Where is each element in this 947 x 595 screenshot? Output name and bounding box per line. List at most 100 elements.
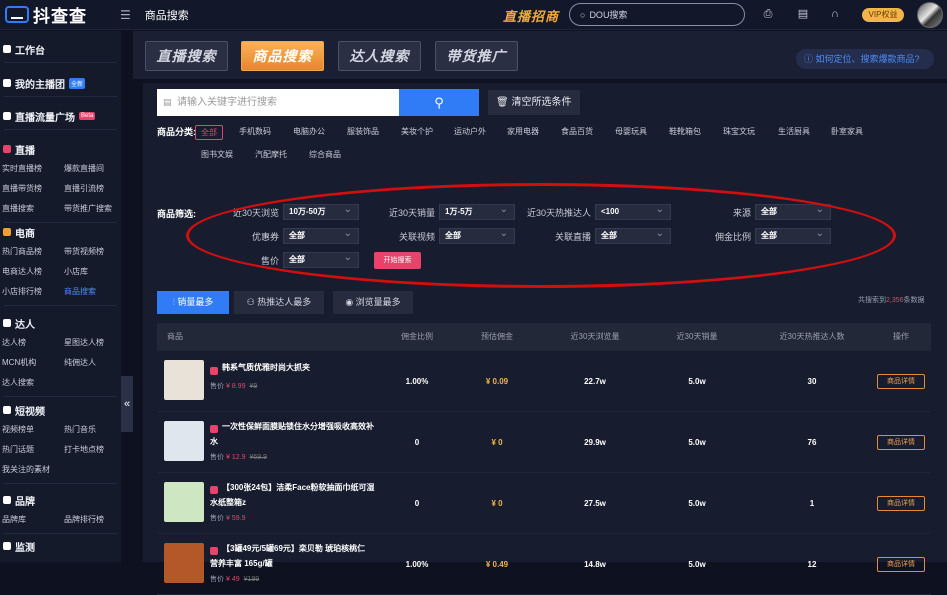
sidebar-item[interactable]: 爆款直播间 xyxy=(64,159,121,179)
collapse-sidebar-icon[interactable]: « xyxy=(121,376,133,432)
category-item[interactable]: 全部 xyxy=(195,125,223,140)
print-icon[interactable]: ⎙ xyxy=(762,8,774,20)
sidebar-item[interactable]: 达人搜索 xyxy=(2,373,64,393)
category-item[interactable]: 服装饰品 xyxy=(347,126,379,137)
sort-influencers-button[interactable]: ⚇ 热推达人最多 xyxy=(234,291,324,314)
category-item[interactable]: 电脑办公 xyxy=(293,126,325,137)
product-thumbnail[interactable] xyxy=(164,482,204,522)
avatar[interactable] xyxy=(917,2,943,28)
sidebar-item[interactable]: 电商达人榜 xyxy=(2,262,64,282)
logo[interactable]: 抖查查 xyxy=(0,2,120,27)
sidebar-section-title[interactable]: 品牌 xyxy=(0,490,121,510)
sidebar-item[interactable]: 品牌排行榜 xyxy=(64,510,121,530)
sidebar-section-title[interactable]: 直播 xyxy=(0,139,121,159)
clear-conditions-button[interactable]: 🗑 清空所选条件 xyxy=(488,90,580,115)
product-title[interactable]: 【3罐49元/5罐69元】栾贝勒 琥珀核桃仁 营养丰富 165g/罐 xyxy=(210,541,375,571)
sidebar-item[interactable]: 品牌库 xyxy=(2,510,64,530)
headset-icon[interactable]: ∩ xyxy=(829,8,841,20)
product-detail-button[interactable]: 商品详情 xyxy=(877,435,925,450)
table-row: 【300张24包】洁柔Face粉软抽面巾纸可湿水纸整箱z 售价 ¥ 59.9 0 ¥ 0… xyxy=(157,474,931,534)
sidebar-item[interactable]: 达人榜 xyxy=(2,333,64,353)
sidebar-item[interactable]: 星图达人榜 xyxy=(64,333,121,353)
product-detail-button[interactable]: 商品详情 xyxy=(877,557,925,572)
sidebar-section-label: 短视频 xyxy=(15,406,45,418)
sidebar-section-title[interactable]: 短视频 xyxy=(0,400,121,420)
eye-icon: ◉ xyxy=(345,297,356,307)
sidebar-item[interactable]: 热门话题 xyxy=(2,440,64,460)
sidebar-item[interactable]: 热门商品榜 xyxy=(2,242,64,262)
sidebar-section-label: 电商 xyxy=(15,228,35,240)
sidebar-item[interactable]: 带货视频榜 xyxy=(64,242,121,262)
sidebar-item[interactable]: 带货推广搜索 xyxy=(64,199,121,219)
dou-search-input[interactable]: ○ DOU搜索 xyxy=(569,3,745,26)
product-title[interactable]: 【300张24包】洁柔Face粉软抽面巾纸可湿水纸整箱z xyxy=(210,480,375,510)
category-item[interactable]: 生活厨具 xyxy=(778,126,810,137)
sidebar-item[interactable]: MCN机构 xyxy=(2,353,64,373)
search-button[interactable]: ⚲ xyxy=(399,89,479,116)
sidebar-section-title[interactable]: 达人 xyxy=(0,313,121,333)
sidebar-divider xyxy=(4,96,117,97)
category-item[interactable]: 图书文娱 xyxy=(201,149,233,160)
monitor-icon xyxy=(3,542,11,550)
sidebar-item[interactable]: 直播搜索 xyxy=(2,199,64,219)
people-icon: ⚇ xyxy=(246,297,258,307)
keyword-input[interactable]: 请输入关键字进行搜索 xyxy=(157,89,399,116)
sidebar-section-title[interactable]: 我的主播团 全新 xyxy=(0,73,121,93)
sidebar-item[interactable]: 小店库 xyxy=(64,262,121,282)
menu-toggle-icon[interactable]: ☰ xyxy=(120,8,131,22)
cell-influencers: 76 xyxy=(807,438,817,447)
category-item[interactable]: 食品百货 xyxy=(561,126,593,137)
vip-badge[interactable]: VIP权益 xyxy=(862,8,904,22)
category-item[interactable]: 卧室家具 xyxy=(831,126,863,137)
sidebar-section-title[interactable]: 工作台 xyxy=(0,39,121,59)
category-item[interactable]: 鞋靴箱包 xyxy=(669,126,701,137)
sort-sales-label: 销量最多 xyxy=(177,297,214,307)
category-item[interactable]: 美妆个护 xyxy=(401,126,433,137)
sidebar-section-title[interactable]: 监测 xyxy=(0,536,121,556)
sidebar-section-title[interactable]: 电商 xyxy=(0,222,121,242)
sidebar-item[interactable]: 直播引流榜 xyxy=(64,179,121,199)
category-item[interactable]: 运动户外 xyxy=(454,126,486,137)
sidebar-item[interactable]: 纯佣达人 xyxy=(64,353,121,373)
new-badge: Beta xyxy=(79,112,96,120)
promo-link[interactable]: 直播招商 xyxy=(503,6,559,25)
product-thumbnail[interactable] xyxy=(164,543,204,583)
price-label: 售价 xyxy=(210,454,224,461)
product-thumbnail[interactable] xyxy=(164,421,204,461)
sidebar-item[interactable]: 实时直播榜 xyxy=(2,159,64,179)
help-link-text: 如何定位、搜索爆款商品? xyxy=(815,54,920,64)
sort-views-button[interactable]: ◉ 浏览量最多 xyxy=(333,291,413,314)
category-item[interactable]: 手机数码 xyxy=(239,126,271,137)
sort-sales-button[interactable]: ⫶ 销量最多 xyxy=(157,291,229,314)
tab-influencer-search[interactable]: 达人搜索 xyxy=(338,41,421,71)
product-title[interactable]: 韩系气质优雅时尚大抓夹 xyxy=(210,360,375,375)
category-item[interactable]: 综合商品 xyxy=(309,149,341,160)
product-price: 售价 ¥ 49 ¥199 xyxy=(210,574,259,584)
help-link[interactable]: ⓘ 如何定位、搜索爆款商品? xyxy=(796,49,934,69)
column-header: 近30天销量 xyxy=(676,332,718,341)
column-header: 操作 xyxy=(893,332,909,341)
product-title[interactable]: 一次性保鲜面膜贴锁住水分增强吸收高效补水 xyxy=(210,419,375,449)
category-item[interactable]: 汽配摩托 xyxy=(255,149,287,160)
sidebar-item[interactable]: 直播带货榜 xyxy=(2,179,64,199)
tab-promotion-search[interactable]: 带货推广 xyxy=(435,41,518,71)
category-item[interactable]: 母婴玩具 xyxy=(615,126,647,137)
product-detail-button[interactable]: 商品详情 xyxy=(877,496,925,511)
sidebar-item[interactable]: 视频榜单 xyxy=(2,420,64,440)
product-thumbnail[interactable] xyxy=(164,360,204,400)
document-icon[interactable]: ▤ xyxy=(797,8,809,20)
product-price: 售价 ¥ 8.99 ¥9 xyxy=(210,381,257,391)
product-detail-button[interactable]: 商品详情 xyxy=(877,374,925,389)
category-item[interactable]: 珠宝文玩 xyxy=(723,126,755,137)
tab-product-search[interactable]: 商品搜索 xyxy=(241,41,324,71)
category-item[interactable]: 家用电器 xyxy=(507,126,539,137)
sidebar-item[interactable]: 小店排行榜 xyxy=(2,282,64,302)
sidebar-item[interactable]: 热门音乐 xyxy=(64,420,121,440)
sidebar-item[interactable]: 商品搜索 xyxy=(64,282,121,302)
question-icon: ⓘ xyxy=(804,54,816,64)
sidebar-section: 我的主播团 全新 xyxy=(0,73,121,100)
sidebar-section-title[interactable]: 直播流量广场 Beta xyxy=(0,106,121,126)
tab-live-search[interactable]: 直播搜索 xyxy=(145,41,228,71)
sidebar-item[interactable]: 我关注的素材 xyxy=(2,460,64,480)
sidebar-item[interactable]: 打卡地点榜 xyxy=(64,440,121,460)
